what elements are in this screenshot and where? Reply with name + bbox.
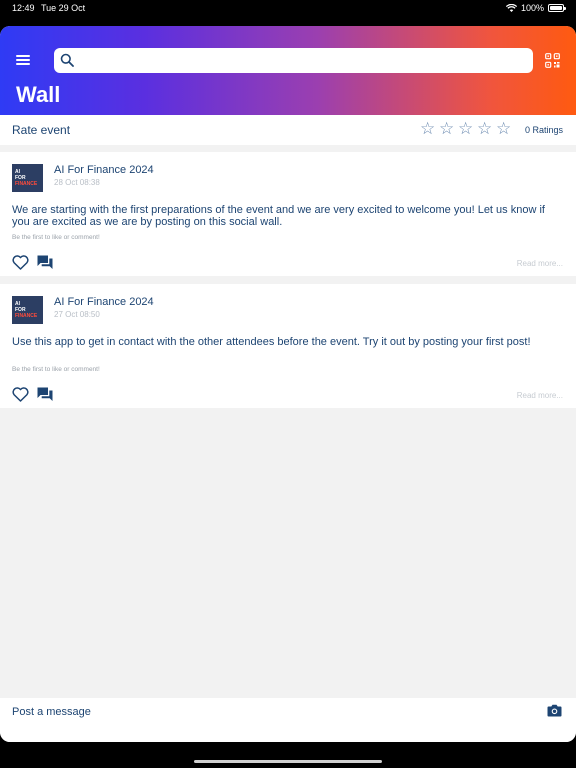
wall-post: AI FOR FINANCE AI For Finance 2024 28 Oc… (0, 152, 576, 276)
home-indicator[interactable] (194, 760, 382, 763)
post-composer (0, 698, 576, 742)
status-right: 100% (505, 3, 566, 13)
post-hint: Be the first to like or comment! (12, 234, 100, 241)
heart-icon[interactable] (12, 387, 29, 402)
read-more-link[interactable]: Read more... (517, 391, 563, 400)
battery-percent: 100% (520, 3, 544, 13)
post-text: We are starting with the first preparati… (12, 204, 545, 228)
star-icon-2[interactable]: ☆ (439, 120, 455, 137)
status-date: Tue 29 Oct (41, 3, 86, 13)
post-author[interactable]: AI For Finance 2024 (54, 164, 154, 176)
heart-icon[interactable] (12, 255, 29, 270)
comment-icon[interactable] (37, 387, 53, 402)
app-window: Wall Rate event ☆ ☆ ☆ ☆ ☆ 0 Ratings AI F… (0, 26, 576, 742)
page-title: Wall (16, 82, 61, 107)
post-author[interactable]: AI For Finance 2024 (54, 296, 154, 308)
avatar: AI FOR FINANCE (12, 164, 43, 192)
star-icon-5[interactable]: ☆ (496, 120, 512, 137)
rate-event-bar: Rate event ☆ ☆ ☆ ☆ ☆ 0 Ratings (0, 115, 576, 145)
wifi-icon (505, 4, 517, 12)
search-icon (60, 53, 74, 67)
camera-icon[interactable] (547, 704, 562, 717)
avatar-line: FINANCE (15, 313, 38, 319)
star-rating[interactable]: ☆ ☆ ☆ ☆ ☆ (420, 120, 512, 137)
post-date: 28 Oct 08:38 (54, 178, 100, 187)
star-icon-4[interactable]: ☆ (477, 120, 493, 137)
status-bar: 12:49 Tue 29 Oct 100% (0, 0, 576, 22)
comment-icon[interactable] (37, 255, 53, 270)
search-input[interactable] (54, 48, 533, 73)
post-message-input[interactable] (5, 703, 540, 721)
avatar-line: FINANCE (15, 181, 38, 187)
header: Wall (0, 26, 576, 115)
qr-code-icon[interactable] (545, 53, 560, 68)
star-icon-1[interactable]: ☆ (420, 120, 436, 137)
avatar: AI FOR FINANCE (12, 296, 43, 324)
menu-icon[interactable] (16, 55, 30, 65)
read-more-link[interactable]: Read more... (517, 259, 563, 268)
star-icon-3[interactable]: ☆ (458, 120, 474, 137)
status-time: 12:49 (12, 3, 35, 13)
battery-icon (548, 4, 566, 12)
post-text: Use this app to get in contact with the … (12, 336, 531, 348)
post-hint: Be the first to like or comment! (12, 366, 100, 373)
rate-event-label: Rate event (12, 123, 71, 137)
ratings-count: 0 Ratings (524, 125, 563, 135)
wall-post: AI FOR FINANCE AI For Finance 2024 27 Oc… (0, 284, 576, 408)
post-date: 27 Oct 08:50 (54, 310, 100, 319)
